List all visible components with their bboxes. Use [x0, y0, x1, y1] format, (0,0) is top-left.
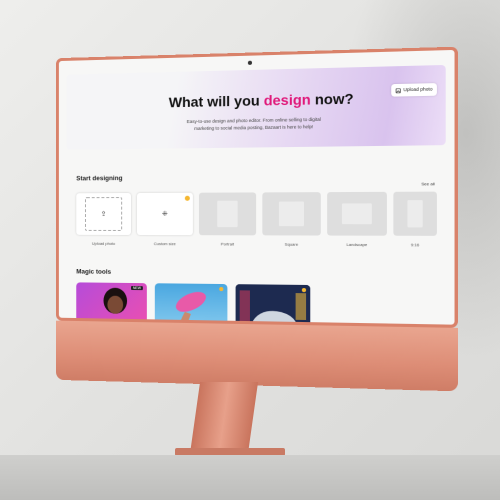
design-9-16[interactable]: 9:16 [393, 191, 437, 248]
magic-tool-card[interactable] [154, 283, 228, 328]
sneaker-icon [154, 287, 228, 328]
magic-tools-title: Magic tools [76, 268, 112, 276]
custom-size-icon: ⁜ [161, 210, 168, 218]
design-label: Custom size [153, 241, 176, 247]
design-box [262, 192, 321, 236]
design-label: Portrait [220, 241, 235, 247]
design-label: Landscape [346, 241, 368, 248]
design-label: 9:16 [410, 242, 420, 248]
new-badge: NEW [130, 285, 143, 291]
story-shape [407, 200, 423, 228]
upload-photo-label: Upload photo [403, 86, 433, 93]
premium-badge-icon [301, 288, 307, 293]
see-all-link[interactable]: See all [421, 181, 434, 186]
magic-tools-row: NEW [76, 282, 318, 328]
camera-icon [247, 60, 253, 65]
design-label: Upload photo [91, 240, 116, 246]
hero-subtitle: Easy-to-use design and photo editor. Fro… [186, 116, 321, 132]
design-box: ⁜ [136, 192, 193, 236]
hero-banner: What will you design now? Easy-to-use de… [66, 64, 446, 150]
design-sizes-row: ⇪ Upload photo ⁜ Custom size Portrait Sq… [76, 191, 437, 255]
design-portrait[interactable]: Portrait [198, 192, 257, 247]
hero-title-accent: design [263, 91, 311, 109]
design-upload-photo[interactable]: ⇪ Upload photo [76, 193, 132, 246]
screen: What will you design now? Easy-to-use de… [66, 64, 446, 328]
sneaker-night-icon [235, 284, 311, 328]
screen-bezel: What will you design now? Easy-to-use de… [55, 46, 458, 328]
portrait-shape [217, 200, 238, 228]
start-designing-title: Start designing [76, 175, 123, 183]
square-shape [278, 201, 304, 227]
hero-title-start: What will you [168, 92, 264, 111]
design-box [393, 191, 437, 236]
premium-badge-icon [184, 195, 190, 201]
magic-tool-card[interactable] [235, 284, 311, 328]
design-box: ⇪ [76, 193, 132, 235]
design-square[interactable]: Square [262, 192, 321, 247]
image-icon [396, 88, 401, 93]
monitor: What will you design now? Easy-to-use de… [55, 46, 458, 392]
hero-title-end: now? [310, 90, 354, 108]
landscape-shape [341, 203, 372, 225]
design-box [198, 192, 257, 236]
monitor-chin [55, 320, 458, 392]
premium-badge-icon [219, 287, 224, 292]
design-box [327, 191, 387, 236]
design-label: Square [284, 241, 299, 247]
pedestal [0, 455, 500, 500]
upload-photo-button[interactable]: Upload photo [391, 83, 437, 97]
design-custom-size[interactable]: ⁜ Custom size [136, 192, 193, 247]
hero-title: What will you design now? [169, 90, 354, 110]
design-landscape[interactable]: Landscape [327, 191, 387, 248]
monitor-stand [189, 382, 259, 454]
upload-icon: ⇪ [84, 197, 123, 231]
